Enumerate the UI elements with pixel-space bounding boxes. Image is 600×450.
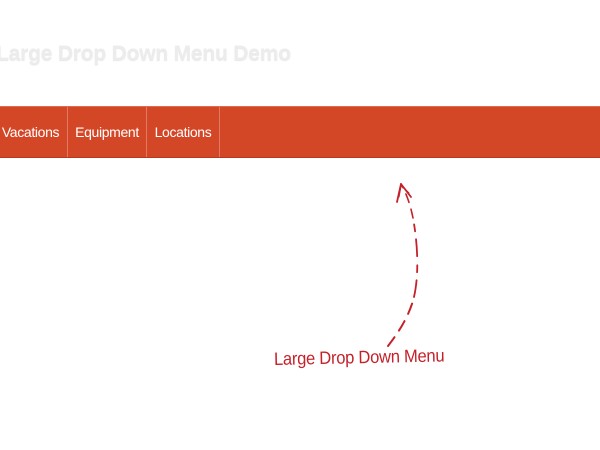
menu-item-equipment[interactable]: Equipment [68, 107, 147, 157]
menu-item-locations[interactable]: Locations [147, 107, 220, 157]
page-title: Large Drop Down Menu Demo [0, 42, 291, 65]
main-menu-bar: Vacations Equipment Locations [0, 106, 600, 158]
menu-item-vacations[interactable]: Vacations [0, 107, 68, 157]
demo-page: Large Drop Down Menu Demo Vacations Equi… [0, 0, 600, 450]
annotation-label: Large Drop Down Menu [273, 345, 445, 369]
